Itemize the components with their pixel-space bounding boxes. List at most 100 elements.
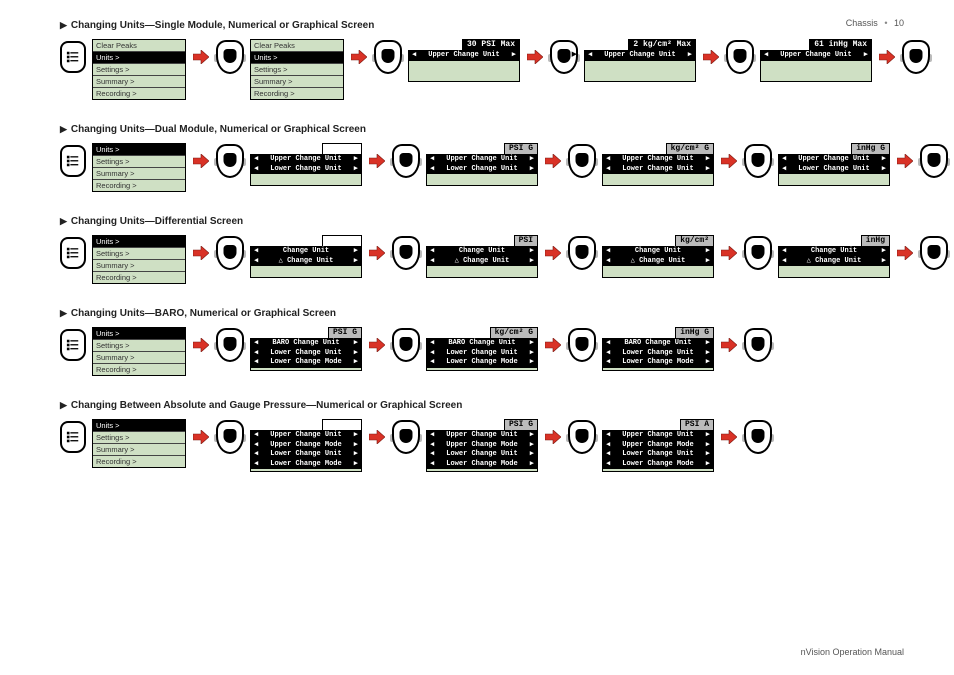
- screen-header: [322, 419, 362, 430]
- menu-panel: Units >Settings >Summary >Recording >: [92, 143, 186, 192]
- screen-bar: ◀Change Unit▶: [779, 247, 889, 256]
- arrow-icon: [720, 419, 738, 455]
- screen-body: ◀Change Unit▶◀Change Unit▶: [250, 246, 362, 278]
- menu-panel: Units >Settings >Summary >Recording >: [92, 419, 186, 468]
- screen-bar: ◀Upper Change Unit▶: [427, 155, 537, 164]
- screen-header: PSI A: [680, 419, 714, 430]
- nav-button-icon: [744, 328, 772, 362]
- screen-bar: ◀Upper Change Unit▶: [251, 155, 361, 164]
- screen-panel: PSI G◀BARO Change Unit▶◀Lower Change Uni…: [250, 327, 362, 371]
- section-title-text: Changing Between Absolute and Gauge Pres…: [71, 400, 462, 411]
- screen-panel: ◀Change Unit▶◀Change Unit▶: [250, 235, 362, 278]
- menu-row: Settings >: [93, 340, 185, 352]
- arrow-icon: [720, 143, 738, 179]
- screen-bar: ◀BARO Change Unit▶: [603, 339, 713, 348]
- section-title-text: Changing Units—Differential Screen: [71, 216, 243, 227]
- screen-bar: ◀Change Unit▶: [603, 257, 713, 266]
- menu-row: Summary >: [93, 352, 185, 364]
- screen-header: 30 PSI Max: [462, 39, 520, 50]
- screen-body: ◀Upper Change Unit▶: [584, 50, 696, 81]
- screen-bar: ◀Upper Change Unit▶: [251, 431, 361, 440]
- screen-body: ◀Upper Change Unit▶◀Lower Change Unit▶: [602, 154, 714, 186]
- separator-dot: •: [884, 18, 887, 28]
- screen-body: ◀Upper Change Unit▶◀Upper Change Mode▶ ◀L…: [250, 430, 362, 472]
- screen-body: ◀Change Unit▶◀Change Unit▶: [426, 246, 538, 278]
- nav-button-icon: [374, 40, 402, 74]
- nav-button-icon: [568, 236, 596, 270]
- screen-bar: ◀Lower Change Unit▶: [603, 349, 713, 358]
- screen-bar: ◀Lower Change Unit▶: [427, 450, 537, 459]
- screen-bar: ◀Lower Change Unit▶: [603, 450, 713, 459]
- arrow-icon: [192, 143, 210, 179]
- nav-button-icon: [744, 420, 772, 454]
- screen-body: ◀BARO Change Unit▶◀Lower Change Unit▶◀Lo…: [250, 338, 362, 370]
- nav-button-icon: [392, 144, 420, 178]
- nav-button-icon: [216, 144, 244, 178]
- menu-panel: Clear PeaksUnits >Settings >Summary >Rec…: [92, 39, 186, 100]
- screen-body: ◀Change Unit▶◀Change Unit▶: [602, 246, 714, 278]
- device-icon: [60, 237, 86, 269]
- arrow-icon: [702, 39, 720, 75]
- arrow-icon: [896, 143, 914, 179]
- menu-row: Recording >: [93, 456, 185, 467]
- arrow-icon: [368, 235, 386, 271]
- menu-row: Settings >: [93, 248, 185, 260]
- screen-panel: PSI◀Change Unit▶◀Change Unit▶: [426, 235, 538, 278]
- screen-body: ◀Upper Change Unit▶◀Upper Change Mode▶◀L…: [602, 430, 714, 472]
- arrow-icon: [192, 235, 210, 271]
- arrow-icon: [192, 327, 210, 363]
- screen-panel: inHg G◀BARO Change Unit▶◀Lower Change Un…: [602, 327, 714, 371]
- screen-panel: 61 inHg Max◀Upper Change Unit▶: [760, 39, 872, 82]
- menu-panel: Clear PeaksUnits >Settings >Summary >Rec…: [250, 39, 344, 100]
- nav-button-icon: [216, 236, 244, 270]
- screen-header: PSI: [514, 235, 538, 246]
- page-content: ▶ Changing Units—Single Module, Numerical…: [60, 20, 904, 472]
- nav-button-icon: [744, 144, 772, 178]
- arrow-icon: [192, 419, 210, 455]
- arrow-icon: [544, 143, 562, 179]
- screen-header: kg/cm² G: [490, 327, 538, 338]
- menu-row: Summary >: [251, 76, 343, 88]
- section: ▶Changing Between Absolute and Gauge Pre…: [60, 400, 904, 472]
- screen-body: ◀Upper Change Unit▶◀Lower Change Unit▶: [250, 154, 362, 186]
- screen-bar: ◀Upper Change Unit▶: [779, 155, 889, 164]
- screen-bar: ◀Lower Change Mode▶: [427, 460, 537, 469]
- screen-body: ◀Upper Change Unit▶◀Lower Change Unit▶: [426, 154, 538, 186]
- section-title-text: Changing Units—Single Module, Numerical …: [71, 20, 374, 31]
- menu-row: Summary >: [93, 444, 185, 456]
- screen-bar: ◀Upper Change Mode▶: [251, 441, 361, 450]
- menu-row: Units >: [93, 144, 185, 156]
- screen-bar: ◀Change Unit▶: [427, 257, 537, 266]
- arrow-icon: [896, 235, 914, 271]
- screen-header: PSI G: [504, 419, 538, 430]
- screen-header: inHg: [861, 235, 890, 246]
- screen-panel: PSI G◀Upper Change Unit▶◀Lower Change Un…: [426, 143, 538, 186]
- screen-panel: 2 kg/cm² Max◀Upper Change Unit▶: [584, 39, 696, 82]
- device-icon: [60, 421, 86, 453]
- screen-header: [322, 143, 362, 154]
- section-title: ▶Changing Units—Dual Module, Numerical o…: [60, 124, 904, 135]
- menu-row: Summary >: [93, 260, 185, 272]
- section: ▶ Changing Units—Single Module, Numerical…: [60, 20, 904, 100]
- screen-body: ◀BARO Change Unit▶◀Lower Change Unit▶◀Lo…: [602, 338, 714, 370]
- screen-panel: inHg◀Change Unit▶◀Change Unit▶: [778, 235, 890, 278]
- arrow-icon: [526, 39, 544, 75]
- screen-bar: ◀Upper Change Unit▶: [603, 431, 713, 440]
- section: ▶Changing Units—BARO, Numerical or Graph…: [60, 308, 904, 376]
- screen-bar: ◀Change Unit▶: [251, 257, 361, 266]
- screen-panel: 30 PSI Max◀Upper Change Unit▶: [408, 39, 520, 82]
- screen-bar: ◀Lower Change Unit▶: [603, 165, 713, 174]
- menu-row: Recording >: [251, 88, 343, 99]
- screen-bar: ◀Change Unit▶: [779, 257, 889, 266]
- section-title: ▶Changing Units—Differential Screen: [60, 216, 904, 227]
- page-header: Chassis • 10: [846, 18, 904, 28]
- section: ▶Changing Units—Dual Module, Numerical o…: [60, 124, 904, 192]
- section-title: ▶Changing Between Absolute and Gauge Pre…: [60, 400, 904, 411]
- screen-panel: PSI A◀Upper Change Unit▶◀Upper Change Mo…: [602, 419, 714, 472]
- screen-bar: ◀Lower Change Unit▶: [427, 165, 537, 174]
- screen-bar: ◀Lower Change Mode▶: [251, 460, 361, 469]
- page-footer: nVision Operation Manual: [801, 647, 904, 657]
- header-page-num: 10: [894, 18, 904, 28]
- triangle-icon: ▶: [60, 20, 67, 31]
- screen-header: PSI G: [504, 143, 538, 154]
